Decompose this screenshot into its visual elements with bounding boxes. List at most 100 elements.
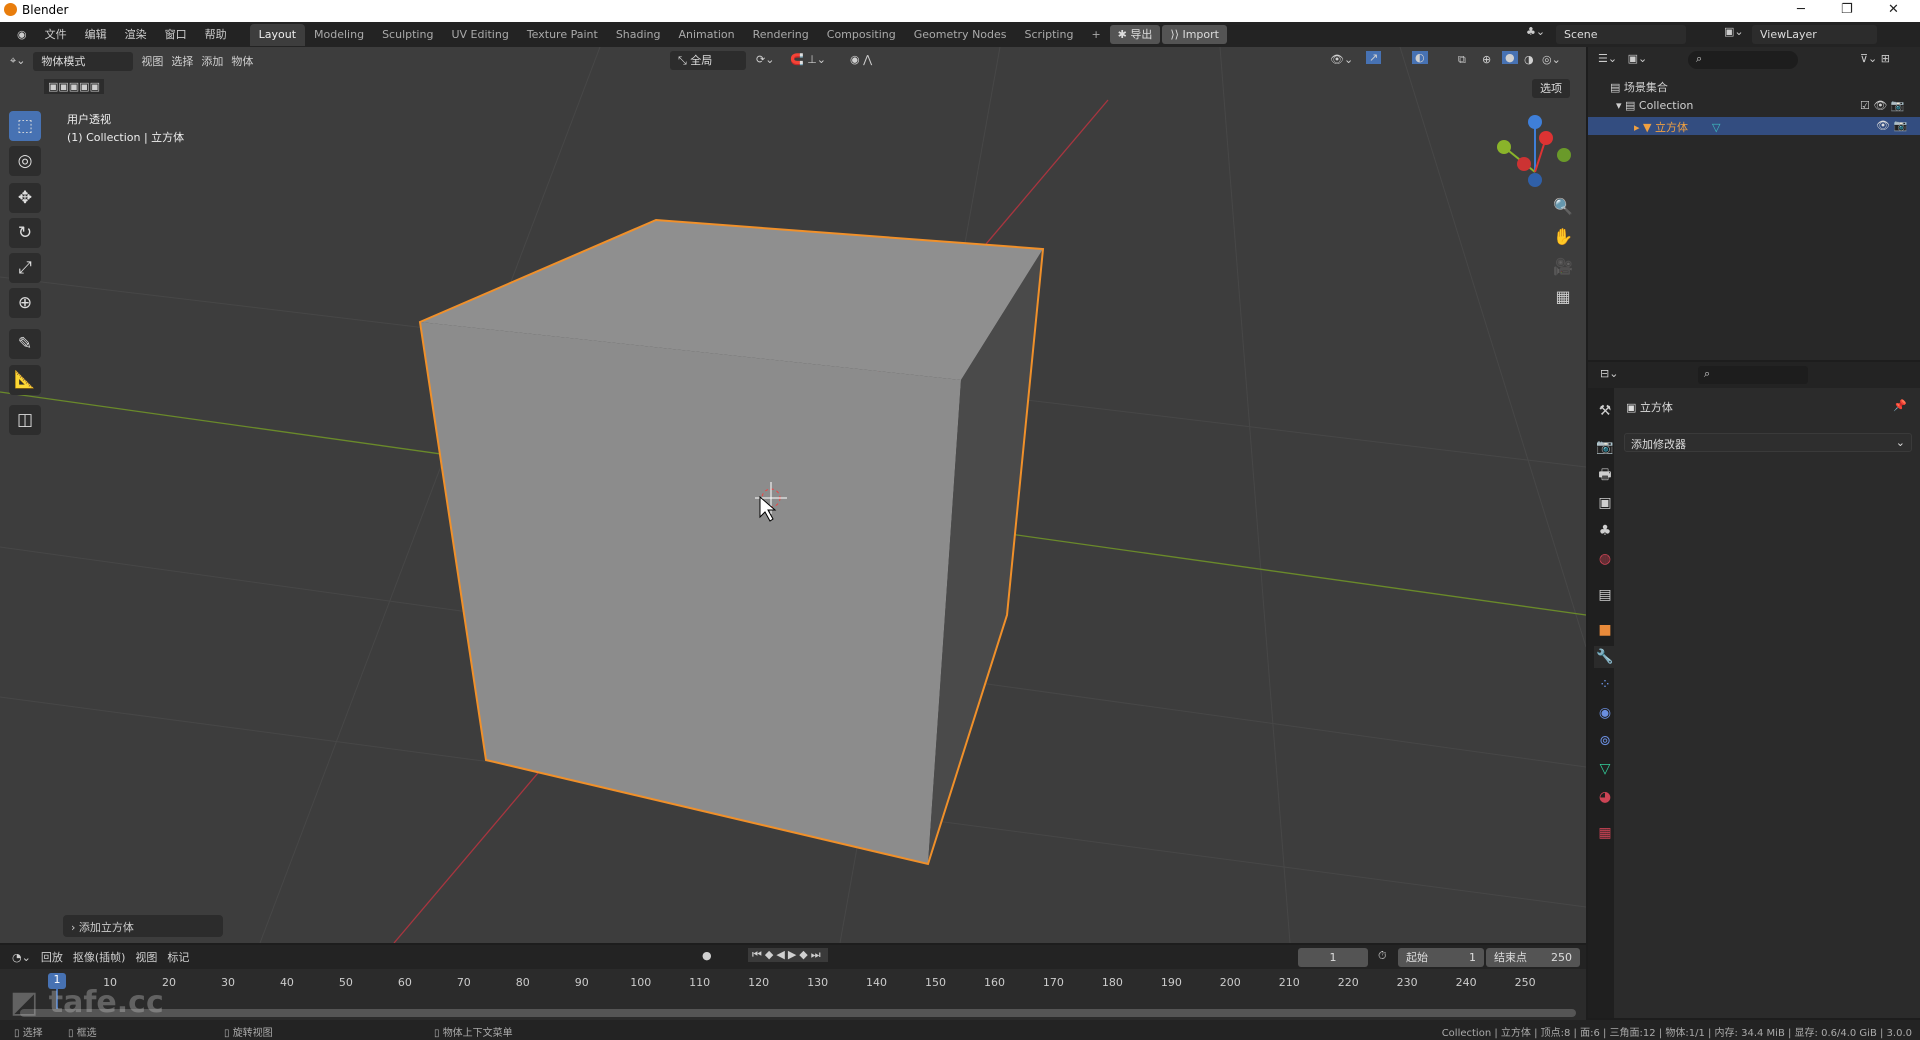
cursor-tool-icon[interactable]: ◎ <box>9 146 41 176</box>
measure-tool-icon[interactable]: 📐 <box>9 365 41 395</box>
stopwatch-icon[interactable]: ⏱ <box>1378 949 1387 963</box>
editor-type-icon[interactable]: ◔⌄ <box>12 951 31 964</box>
visibility-icon[interactable]: 👁⌄ <box>1330 53 1353 66</box>
menu-view[interactable]: 视图 <box>141 53 163 69</box>
transform-orientation[interactable]: ⤡ 全局 <box>670 51 746 70</box>
editor-type-icon[interactable]: ⌖⌄ <box>10 54 25 68</box>
pan-hand-icon[interactable]: ✋ <box>1551 222 1575 252</box>
tab-rendering[interactable]: Rendering <box>744 24 818 46</box>
collection-row[interactable]: ▾ ▤ Collection ☑ 👁 📷 <box>1616 99 1916 112</box>
camera-view-icon[interactable]: 🎥 <box>1551 252 1575 282</box>
overlay-toggle-icon[interactable]: ◐ <box>1412 51 1428 64</box>
snap-icon[interactable]: 🧲 ⊥⌄ <box>790 53 826 66</box>
menu-object[interactable]: 物体 <box>231 53 253 69</box>
tab-compositing[interactable]: Compositing <box>818 24 905 46</box>
cube-object[interactable] <box>418 218 1045 866</box>
menu-file[interactable]: 文件 <box>36 25 76 45</box>
move-tool-icon[interactable]: ✥ <box>9 183 41 213</box>
playback-controls[interactable]: ⏮◆◀▶◆⏭ <box>748 948 828 962</box>
zoom-icon[interactable]: 🔍 <box>1551 192 1575 222</box>
close-button[interactable]: ✕ <box>1888 2 1899 17</box>
wireframe-shading-icon[interactable]: ⊕ <box>1482 53 1491 66</box>
scene-icon[interactable]: ♣⌄ <box>1526 25 1545 38</box>
modifier-tab-icon[interactable]: 🔧 <box>1594 646 1616 668</box>
navigation-gizmo[interactable] <box>1497 115 1571 187</box>
end-frame-field[interactable]: 结束点 250 <box>1486 948 1580 967</box>
view-layer-tab-icon[interactable]: ▣ <box>1594 492 1616 514</box>
menu-help[interactable]: 帮助 <box>196 25 236 45</box>
tab-layout[interactable]: Layout <box>249 23 306 46</box>
pin-icon[interactable]: 📌 <box>1893 399 1907 412</box>
gizmo-toggle-icon[interactable]: ↗ <box>1366 51 1382 64</box>
object-visibility-icons[interactable]: 👁 📷 <box>1876 119 1907 132</box>
transform-tool-icon[interactable]: ⊕ <box>9 288 41 318</box>
solid-shading-icon[interactable]: ● <box>1502 51 1518 64</box>
object-tab-icon[interactable]: ■ <box>1594 619 1616 641</box>
scale-tool-icon[interactable]: ⤢ <box>9 253 41 283</box>
proportional-edit-icon[interactable]: ◉ ⋀ <box>850 53 872 66</box>
add-modifier-dropdown[interactable]: 添加修改器 ⌄ <box>1624 433 1912 452</box>
select-mode-buttons[interactable]: ▣▣▣▣▣ <box>44 79 104 94</box>
rotate-tool-icon[interactable]: ↻ <box>9 218 41 248</box>
timeline-scrollbar[interactable] <box>20 1009 1576 1017</box>
tab-animation[interactable]: Animation <box>670 24 744 46</box>
menu-add[interactable]: 添加 <box>201 53 223 69</box>
tab-shading[interactable]: Shading <box>607 24 670 46</box>
view-layer-icon[interactable]: ▣⌄ <box>1724 25 1744 38</box>
properties-search[interactable]: ⌕ <box>1698 366 1808 384</box>
editor-type-icon[interactable]: ⊟⌄ <box>1600 367 1618 380</box>
rendered-shading-icon[interactable]: ◎⌄ <box>1542 53 1561 66</box>
scene-selector[interactable]: Scene <box>1556 25 1686 44</box>
particles-tab-icon[interactable]: ⁘ <box>1594 674 1616 696</box>
menu-select[interactable]: 选择 <box>171 53 193 69</box>
pivot-icon[interactable]: ⟳⌄ <box>756 53 774 66</box>
start-frame-field[interactable]: 起始 1 <box>1398 948 1484 967</box>
menu-window[interactable]: 窗口 <box>156 25 196 45</box>
outliner-search[interactable]: ⌕ <box>1688 51 1798 69</box>
add-workspace-button[interactable]: + <box>1082 24 1109 46</box>
mode-selector[interactable]: 物体模式 <box>33 51 134 71</box>
add-cube-tool-icon[interactable]: ◫ <box>9 405 41 435</box>
menu-keying[interactable]: 抠像(插帧) <box>73 949 126 965</box>
record-button[interactable]: ● <box>702 949 712 962</box>
cube-row[interactable]: ▸ ▼ 立方体 ▽ 👁 📷 <box>1588 117 1920 135</box>
output-tab-icon[interactable]: 🖶 <box>1594 464 1616 486</box>
material-shading-icon[interactable]: ◑ <box>1524 53 1534 66</box>
collection-tab-icon[interactable]: ▤ <box>1594 584 1616 606</box>
physics-tab-icon[interactable]: ◉ <box>1594 702 1616 724</box>
minimize-button[interactable]: ─ <box>1797 2 1805 17</box>
constraints-tab-icon[interactable]: ⊚ <box>1594 730 1616 752</box>
ortho-grid-icon[interactable]: ▦ <box>1551 282 1575 312</box>
3d-viewport[interactable]: ⌖⌄ 物体模式 视图 选择 添加 物体 ⤡ 全局 ⟳⌄ 🧲 ⊥⌄ ◉ ⋀ 👁⌄ … <box>0 47 1586 943</box>
annotate-tool-icon[interactable]: ✎ <box>9 329 41 359</box>
scene-tab-icon[interactable]: ♣ <box>1594 520 1616 542</box>
tab-uv-editing[interactable]: UV Editing <box>442 24 517 46</box>
material-tab-icon[interactable]: ◕ <box>1594 786 1616 808</box>
options-dropdown[interactable]: 选项 <box>1532 79 1570 98</box>
collection-visibility-icons[interactable]: ☑ 👁 📷 <box>1860 99 1905 112</box>
render-tab-icon[interactable]: 📷 <box>1594 436 1616 458</box>
last-operator-panel[interactable]: › 添加立方体 <box>63 915 223 937</box>
scene-collection-row[interactable]: ▤ 场景集合 <box>1610 79 1668 95</box>
menu-marker[interactable]: 标记 <box>167 949 189 965</box>
menu-edit[interactable]: 编辑 <box>76 25 116 45</box>
menu-playback[interactable]: 回放 <box>41 949 63 965</box>
current-frame-field[interactable]: 1 <box>1298 948 1368 967</box>
blender-menu-icon[interactable]: ◉ <box>8 25 36 45</box>
maximize-button[interactable]: ❐ <box>1841 2 1853 17</box>
tab-modeling[interactable]: Modeling <box>305 24 373 46</box>
view-layer-selector[interactable]: ViewLayer <box>1752 25 1877 44</box>
select-tool-icon[interactable]: ⬚ <box>9 111 41 141</box>
texture-tab-icon[interactable]: ▦ <box>1594 822 1616 844</box>
tab-sculpting[interactable]: Sculpting <box>373 24 442 46</box>
menu-view[interactable]: 视图 <box>135 949 157 965</box>
menu-render[interactable]: 渲染 <box>116 25 156 45</box>
tab-texture-paint[interactable]: Texture Paint <box>518 24 607 46</box>
display-mode-icon[interactable]: ☰⌄ ▣⌄ <box>1598 52 1647 65</box>
tab-geometry-nodes[interactable]: Geometry Nodes <box>905 24 1016 46</box>
export-button[interactable]: ✱ 导出 <box>1109 25 1161 44</box>
import-button[interactable]: ⟩⟩ Import <box>1162 25 1227 44</box>
tool-tab-icon[interactable]: ⚒ <box>1594 400 1616 422</box>
filter-icon[interactable]: ⊽⌄ ⊞ <box>1860 52 1890 65</box>
world-tab-icon[interactable]: ◍ <box>1594 548 1616 570</box>
